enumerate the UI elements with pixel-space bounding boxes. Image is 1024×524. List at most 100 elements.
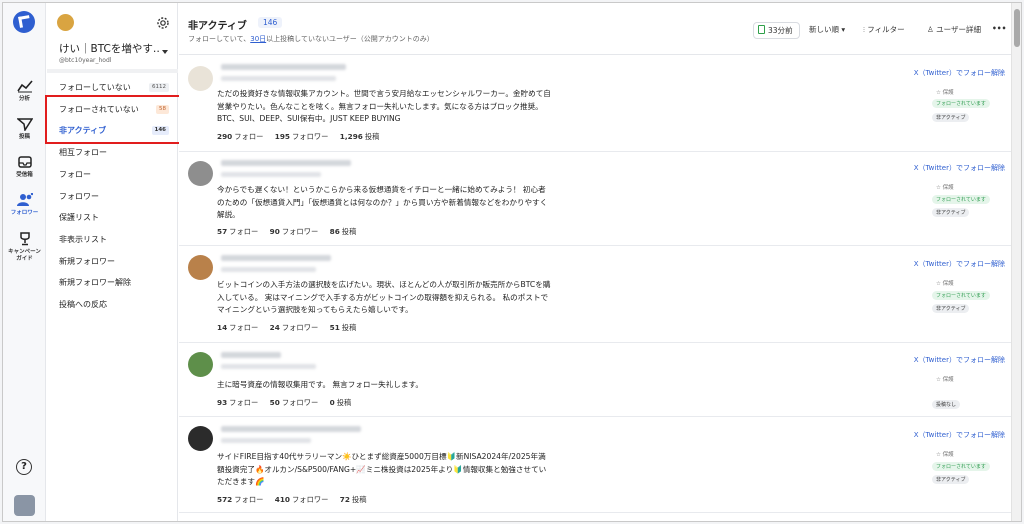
scrollbar-thumb[interactable] [1014, 9, 1020, 47]
user-name-redacted [221, 64, 346, 70]
posts-stat: 0 投稿 [329, 398, 352, 407]
left-rail: 分析 投稿 受信箱 フォロワー キャンペーン ガイド ? [3, 3, 46, 521]
rail-item-followers[interactable]: フォロワー [3, 193, 46, 217]
last-updated-button[interactable]: 33分前 [753, 22, 800, 39]
status-badge: フォローされています [932, 195, 990, 204]
rail-item-post[interactable]: 投稿 [3, 117, 46, 141]
followers-stat: 24 フォロワー [269, 323, 319, 332]
user-handle-redacted [221, 267, 316, 272]
user-avatar[interactable] [188, 161, 213, 186]
unfollow-link[interactable]: X（Twitter）でフォロー解除 [914, 430, 1005, 440]
unfollow-link[interactable]: X（Twitter）でフォロー解除 [914, 68, 1005, 78]
rail-label: 受信箱 [16, 172, 33, 178]
user-avatar[interactable] [188, 352, 213, 377]
user-stats: 93 フォロー 50 フォロワー 0 投稿 [217, 398, 360, 408]
follow-stat: 290 フォロー [217, 132, 264, 141]
document-icon [758, 25, 765, 34]
rail-item-analytics[interactable]: 分析 [3, 79, 46, 103]
user-name-redacted [221, 352, 281, 358]
nav-item-followers[interactable]: フォロワー [47, 187, 178, 207]
user-stats: 14 フォロー 24 フォロワー 51 投稿 [217, 323, 365, 333]
nav-item-new-unfollowers[interactable]: 新規フォロワー解除 [47, 273, 178, 293]
megaphone-icon[interactable] [14, 495, 35, 516]
rail-label: 分析 [18, 96, 30, 102]
user-handle-redacted [221, 438, 311, 443]
user-stats: 57 フォロー 90 フォロワー 86 投稿 [217, 227, 365, 237]
unfollow-link[interactable]: X（Twitter）でフォロー解除 [914, 163, 1005, 173]
user-handle-redacted [221, 172, 321, 177]
user-bio: 主に暗号資産の情報収集用です。 無言フォロー失礼します。 [217, 380, 423, 389]
follow-stat: 572 フォロー [217, 495, 264, 504]
user-card: 主に暗号資産の情報収集用です。 無言フォロー失礼します。 93 フォロー 50 フォ… [179, 343, 1017, 417]
days-link[interactable]: 30日 [250, 35, 266, 43]
user-stats: 572 フォロー 410 フォロワー 72 投稿 [217, 495, 376, 505]
followers-stat: 50 フォロワー [269, 398, 319, 407]
user-card: ビットコインの入手方法の選択肢を広げたい。現状、ほとんどの人が取引所か販売所から… [179, 246, 1017, 343]
chevron-down-icon[interactable] [162, 50, 168, 54]
page-title: 非アクティブ [188, 21, 247, 32]
user-bio: ただの投資好きな情報収集アカウント。世間で言う安月給なエッセンシャルワーカー。金… [217, 89, 551, 123]
app-window: 分析 投稿 受信箱 フォロワー キャンペーン ガイド ? けい｜BTCを増やす…… [2, 2, 1022, 522]
user-detail-label: ユーザー詳細 [936, 25, 981, 34]
highlight-box [45, 95, 181, 144]
nav-label: フォロワー [59, 192, 99, 201]
nav-item-mutual[interactable]: 相互フォロー [47, 143, 178, 163]
app-logo-icon[interactable] [13, 11, 35, 33]
rail-label: フォロワー [10, 210, 39, 216]
unfollow-link[interactable]: X（Twitter）でフォロー解除 [914, 355, 1005, 365]
protect-button[interactable]: ☆ 保護 [936, 88, 954, 96]
rail-label: キャンペーン [8, 249, 41, 255]
user-detail-button[interactable]: ♙ ユーザー詳細 [927, 24, 981, 35]
nav-label: 新規フォロワー解除 [59, 278, 131, 287]
nav-item-post-reactions[interactable]: 投稿への反応 [47, 295, 178, 315]
nav-label: 非表示リスト [59, 235, 107, 244]
user-handle-redacted [221, 76, 336, 81]
gear-icon[interactable] [156, 16, 170, 30]
nav-item-following[interactable]: フォロー [47, 165, 178, 185]
user-handle-redacted [221, 364, 316, 369]
nav-label: フォロー [59, 170, 91, 179]
protect-button[interactable]: ☆ 保護 [936, 375, 954, 383]
rail-label: 投稿 [18, 134, 30, 140]
trophy-icon [19, 232, 30, 246]
user-avatar[interactable] [188, 66, 213, 91]
avatar[interactable] [57, 14, 74, 31]
nav-count: 6112 [149, 83, 169, 92]
protect-button[interactable]: ☆ 保護 [936, 183, 954, 191]
follow-stat: 14 フォロー [217, 323, 259, 332]
user-card: サイドFIRE目指す40代サラリーマン☀️ひとまず総資産5000万目標🔰新NIS… [179, 417, 1017, 513]
status-badge: 非アクティブ [932, 208, 970, 217]
nav-label: フォローしていない [59, 83, 131, 92]
user-name-redacted [221, 160, 351, 166]
more-icon[interactable]: ••• [992, 24, 1006, 33]
user-stats: 290 フォロー 195 フォロワー 1,296 投稿 [217, 132, 388, 142]
rail-item-inbox[interactable]: 受信箱 [3, 155, 46, 179]
nav-item-new-followers[interactable]: 新規フォロワー [47, 252, 178, 272]
user-icon: ♙ [927, 25, 937, 34]
user-name-redacted [221, 255, 331, 261]
user-bio: サイドFIRE目指す40代サラリーマン☀️ひとまず総資産5000万目標🔰新NIS… [217, 452, 547, 486]
nav-item-hidden-list[interactable]: 非表示リスト [47, 230, 178, 250]
subtitle-text: フォローしていて、 [188, 35, 251, 43]
user-avatar[interactable] [188, 426, 213, 451]
follow-stat: 57 フォロー [217, 227, 259, 236]
posts-stat: 51 投稿 [329, 323, 357, 332]
follow-stat: 93 フォロー [217, 398, 259, 407]
account-handle: @btc10year_hodl [59, 57, 112, 64]
unfollow-link[interactable]: X（Twitter）でフォロー解除 [914, 259, 1005, 269]
protect-button[interactable]: ☆ 保護 [936, 450, 954, 458]
help-icon[interactable]: ? [16, 459, 32, 475]
nav-label: 相互フォロー [59, 148, 107, 157]
protect-button[interactable]: ☆ 保護 [936, 279, 954, 287]
user-avatar[interactable] [188, 255, 213, 280]
status-badge: 投稿なし [932, 400, 961, 409]
rail-item-campaign-guide[interactable]: キャンペーン ガイド [3, 232, 46, 263]
nav-item-protected-list[interactable]: 保護リスト [47, 208, 178, 228]
scrollbar[interactable] [1011, 3, 1021, 521]
count-badge: 146 [258, 17, 283, 28]
sort-dropdown[interactable]: 新しい順 ▾ [809, 24, 845, 35]
status-badge: 非アクティブ [932, 304, 970, 313]
filter-button[interactable]: ⫶ フィルター [863, 24, 905, 35]
account-name[interactable]: けい｜BTCを増やす… [59, 41, 159, 56]
inbox-icon [17, 156, 32, 168]
